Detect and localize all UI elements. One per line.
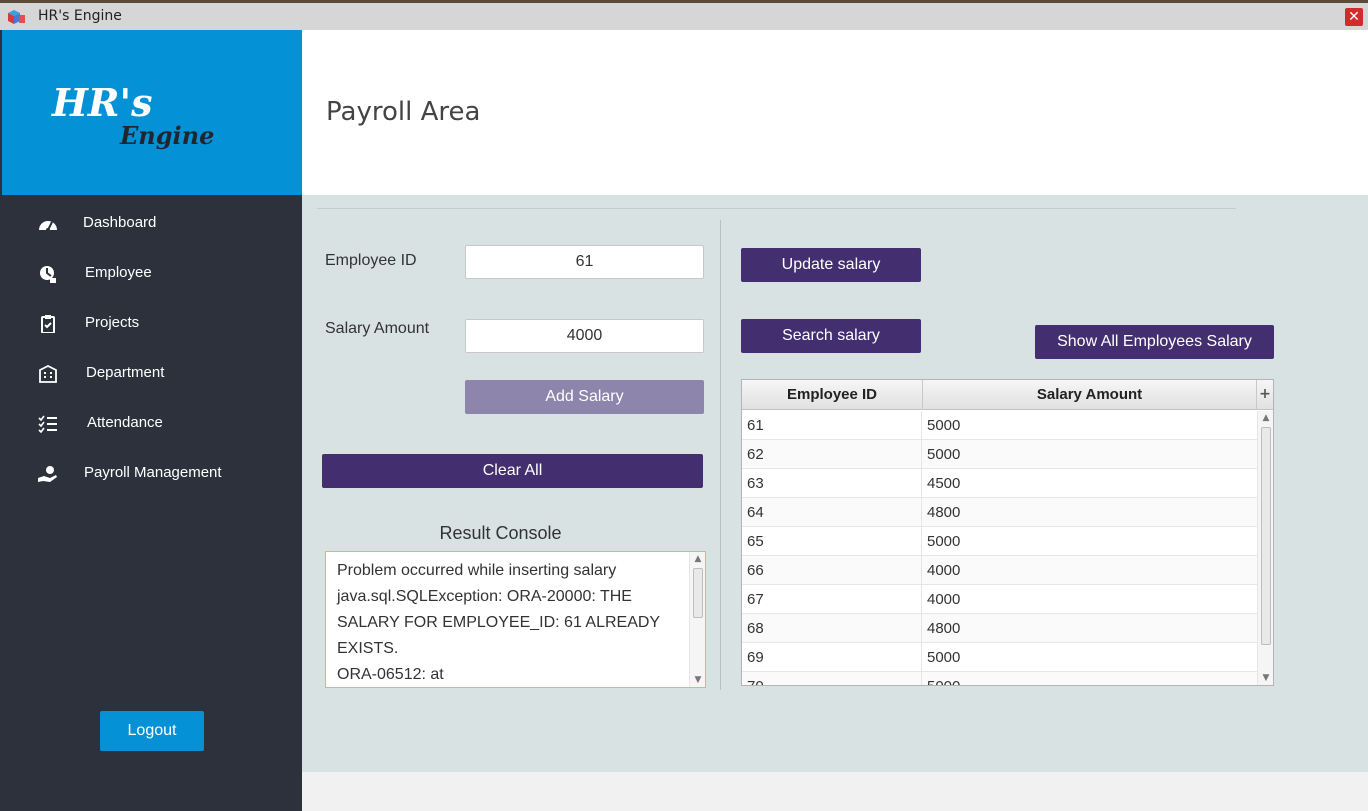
sidebar-item-payroll-management[interactable]: Payroll Management bbox=[2, 454, 302, 494]
cell-employee-id: 61 bbox=[742, 411, 922, 440]
table-row[interactable]: 65 5000 bbox=[742, 527, 1257, 556]
table-body: 61 5000 62 5000 63 4500 64 4800 65 5000 66 4000 67 40… bbox=[742, 411, 1257, 685]
cell-salary-amount: 5000 bbox=[922, 672, 1257, 685]
table-row[interactable]: 67 4000 bbox=[742, 585, 1257, 614]
page-header: Payroll Area bbox=[302, 30, 1368, 195]
logo-line2: Engine bbox=[119, 121, 214, 150]
clipboard-icon bbox=[41, 315, 55, 333]
cell-salary-amount: 4000 bbox=[927, 562, 961, 579]
scroll-thumb[interactable] bbox=[693, 568, 703, 618]
column-header-salary-amount[interactable]: Salary Amount bbox=[923, 380, 1257, 410]
scroll-up-icon[interactable]: ▲ bbox=[1258, 411, 1273, 425]
sidebar-item-label: Employee bbox=[85, 264, 152, 281]
scroll-down-icon[interactable]: ▼ bbox=[1258, 671, 1273, 685]
table-row[interactable]: 64 4800 bbox=[742, 498, 1257, 527]
divider-horizontal bbox=[317, 208, 1236, 209]
sidebar-item-label: Attendance bbox=[87, 414, 163, 431]
result-console[interactable]: Problem occurred while inserting salary … bbox=[325, 551, 706, 688]
table-row[interactable]: 69 5000 bbox=[742, 643, 1257, 672]
table-scrollbar[interactable]: ▲ ▼ bbox=[1257, 411, 1273, 685]
hand-money-icon bbox=[38, 466, 57, 482]
table-row[interactable]: 61 5000 bbox=[742, 411, 1257, 440]
close-icon[interactable]: ✕ bbox=[1345, 8, 1363, 26]
result-console-title: Result Console bbox=[439, 523, 562, 543]
sidebar-item-label: Projects bbox=[85, 314, 140, 331]
column-header-employee-id[interactable]: Employee ID bbox=[742, 380, 923, 410]
employee-id-input[interactable] bbox=[465, 245, 704, 279]
salary-amount-label: Salary Amount bbox=[325, 320, 430, 337]
logo-line1: HR's bbox=[51, 80, 153, 125]
table-row[interactable]: 68 4800 bbox=[742, 614, 1257, 643]
cell-employee-id: 66 bbox=[742, 556, 922, 585]
show-all-salary-button[interactable]: Show All Employees Salary bbox=[1035, 325, 1274, 359]
cell-salary-amount: 4800 bbox=[927, 504, 961, 521]
sidebar-item-dashboard[interactable]: Dashboard bbox=[2, 204, 302, 244]
cell-employee-id: 69 bbox=[742, 643, 922, 672]
cell-employee-id: 63 bbox=[742, 469, 922, 498]
table-row[interactable]: 62 5000 bbox=[742, 440, 1257, 469]
update-salary-button[interactable]: Update salary bbox=[741, 248, 921, 282]
scroll-thumb[interactable] bbox=[1261, 427, 1271, 645]
dashboard-gauge-icon bbox=[39, 221, 57, 232]
sidebar-item-projects[interactable]: Projects bbox=[2, 304, 302, 344]
cell-salary-amount: 5000 bbox=[927, 417, 961, 434]
cell-employee-id: 67 bbox=[742, 585, 922, 614]
hrs-engine-logo: HR's Engine bbox=[51, 80, 214, 150]
sidebar-item-attendance[interactable]: Attendance bbox=[2, 404, 302, 444]
sidebar-item-department[interactable]: Department bbox=[2, 354, 302, 394]
sidebar-item-label: Dashboard bbox=[83, 214, 157, 231]
sidebar-item-label: Payroll Management bbox=[84, 464, 222, 481]
cell-salary-amount: 5000 bbox=[927, 649, 961, 666]
salary-amount-input[interactable] bbox=[465, 319, 704, 353]
add-column-icon[interactable]: + bbox=[1257, 380, 1273, 410]
clear-all-button[interactable]: Clear All bbox=[322, 454, 703, 488]
window-title: HR's Engine bbox=[38, 8, 122, 24]
employee-id-label: Employee ID bbox=[325, 252, 417, 269]
sidebar: HR's Engine Dashboard Employee Projects bbox=[2, 30, 302, 811]
table-row[interactable]: 705000 bbox=[742, 672, 1257, 685]
sidebar-item-employee[interactable]: Employee bbox=[2, 254, 302, 294]
divider-vertical bbox=[720, 220, 721, 690]
scroll-up-icon[interactable]: ▲ bbox=[690, 552, 705, 566]
cell-salary-amount: 4000 bbox=[927, 591, 961, 608]
checklist-icon bbox=[38, 415, 57, 433]
cell-employee-id: 70 bbox=[742, 672, 922, 685]
employee-icon bbox=[40, 266, 56, 283]
page-title: Payroll Area bbox=[326, 97, 481, 127]
salary-table: Employee ID Salary Amount + 61 5000 62 5000… bbox=[741, 379, 1274, 686]
cell-employee-id: 65 bbox=[742, 527, 922, 556]
app-cube-icon bbox=[8, 10, 25, 24]
cell-employee-id: 64 bbox=[742, 498, 922, 527]
building-icon bbox=[39, 365, 57, 383]
footer-strip bbox=[302, 772, 1368, 811]
cell-salary-amount: 4800 bbox=[927, 620, 961, 637]
scroll-down-icon[interactable]: ▼ bbox=[690, 673, 705, 687]
table-row[interactable]: 66 4000 bbox=[742, 556, 1257, 585]
cell-salary-amount: 5000 bbox=[927, 446, 961, 463]
table-header: Employee ID Salary Amount + bbox=[742, 380, 1273, 410]
logout-button[interactable]: Logout bbox=[100, 711, 204, 751]
search-salary-button[interactable]: Search salary bbox=[741, 319, 921, 353]
result-console-text: Problem occurred while inserting salary … bbox=[337, 562, 660, 683]
add-salary-button[interactable]: Add Salary bbox=[465, 380, 704, 414]
window-titlebar: HR's Engine ✕ bbox=[0, 0, 1368, 30]
cell-employee-id: 68 bbox=[742, 614, 922, 643]
cell-salary-amount: 5000 bbox=[927, 533, 961, 550]
cell-salary-amount: 4500 bbox=[927, 475, 961, 492]
payroll-content: Employee ID Salary Amount Add Salary Cle… bbox=[302, 195, 1368, 772]
table-row[interactable]: 63 4500 bbox=[742, 469, 1257, 498]
sidebar-item-label: Department bbox=[86, 364, 165, 381]
cell-employee-id: 62 bbox=[742, 440, 922, 469]
console-scrollbar[interactable]: ▲ ▼ bbox=[689, 552, 705, 687]
logo-area: HR's Engine bbox=[2, 30, 302, 195]
